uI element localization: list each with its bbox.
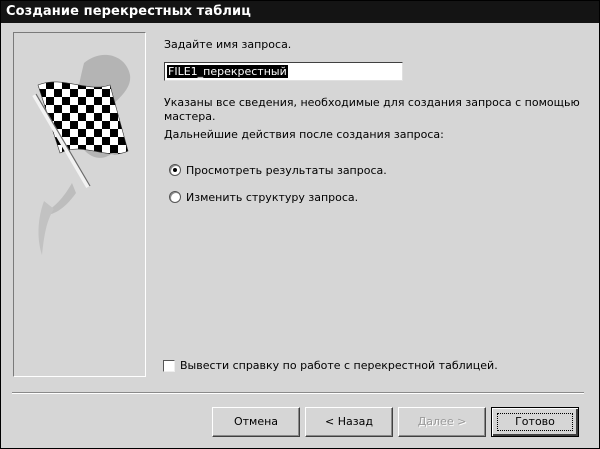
view-results-label[interactable]: Просмотреть результаты запроса.: [186, 164, 387, 177]
query-name-input[interactable]: FILE1_перекрестный: [164, 62, 403, 81]
modify-design-label[interactable]: Изменить структуру запроса.: [186, 191, 358, 204]
button-separator: [12, 392, 584, 394]
help-checkbox-label[interactable]: Вывести справку по работе с перекрестной…: [180, 359, 498, 372]
info-text-line1: Указаны все сведения, необходимые для со…: [164, 96, 580, 109]
window-title: Создание перекрестных таблиц: [6, 4, 251, 19]
next-actions-label: Дальнейшие действия после создания запро…: [164, 128, 444, 141]
back-button[interactable]: < Назад: [305, 407, 393, 437]
focus-rectangle: [497, 413, 573, 431]
help-checkbox[interactable]: [163, 360, 175, 372]
cancel-button[interactable]: Отмена: [212, 407, 300, 437]
info-text-line2: мастера.: [164, 110, 216, 123]
query-name-prompt: Задайте имя запроса.: [164, 38, 292, 51]
next-button[interactable]: Далее >: [398, 407, 486, 437]
query-name-value: FILE1_перекрестный: [167, 65, 288, 78]
crosstab-wizard-dialog: Создание перекрестных таблиц Задайте имя…: [0, 0, 600, 449]
finish-button[interactable]: Готово: [491, 407, 579, 437]
title-bar: Создание перекрестных таблиц: [1, 1, 599, 23]
view-results-radio[interactable]: [169, 164, 181, 176]
wizard-illustration-panel: [13, 32, 146, 377]
checkered-flag-icon: [32, 54, 131, 255]
radio-selected-dot: [173, 168, 177, 172]
modify-design-radio[interactable]: [169, 191, 181, 203]
